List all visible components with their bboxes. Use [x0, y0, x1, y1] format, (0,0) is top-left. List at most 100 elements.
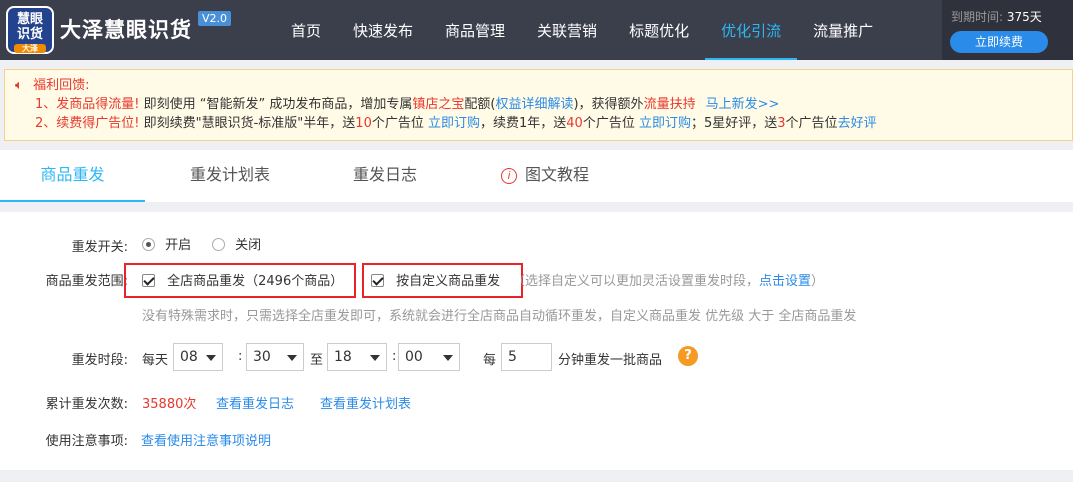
expire-info: 到期时间: 375天 [951, 8, 1042, 25]
logo-badge: 大泽 [14, 44, 46, 53]
tab-tutorial[interactable]: i 图文教程 [480, 150, 610, 202]
nav-related-marketing[interactable]: 关联营销 [521, 0, 613, 60]
notice-line2-num1: 10 [355, 116, 372, 131]
range-hint: （选择自定义可以更加灵活设置重发时段，点击设置） [512, 270, 824, 289]
expire-label: 到期时间: [951, 10, 1004, 24]
chevron-down-icon [287, 355, 297, 361]
logo-text-line1: 慧眼 [16, 12, 43, 27]
main-nav: 首页 快速发布 商品管理 关联营销 标题优化 优化引流 流量推广 [275, 0, 889, 60]
content-tabs: 商品重发 重发计划表 重发日志 i 图文教程 [0, 150, 1073, 202]
tab-republish-log[interactable]: 重发日志 [320, 150, 450, 202]
view-schedule-link[interactable]: 查看重发计划表 [320, 393, 411, 412]
notice-line2-prefix: 2、 [35, 116, 57, 131]
start-minute-select[interactable]: 30 [246, 343, 304, 371]
renew-button[interactable]: 立即续费 [950, 31, 1048, 53]
order-link-half-year[interactable]: 立即订购 [428, 116, 480, 131]
notice-line1-text2: 配额( [464, 97, 496, 112]
order-link-one-year[interactable]: 立即订购 [639, 116, 691, 131]
range-all-option[interactable]: 全店商品重发（2496个商品） [142, 270, 343, 289]
count-value: 35880次 [142, 397, 197, 412]
app-logo[interactable]: 慧眼 识货 大泽 [6, 6, 54, 54]
range-note: 没有特殊需求时，只需选择全店重发即可，系统就会进行全店商品自动循环重发，自定义商… [142, 309, 857, 324]
nav-traffic-promotion[interactable]: 流量推广 [797, 0, 889, 60]
version-badge: V2.0 [198, 11, 232, 26]
end-hour-value: 18 [334, 349, 352, 365]
logo-text-line2: 识货 [16, 27, 43, 42]
notes-label: 使用注意事项: [45, 434, 128, 449]
end-hour-select[interactable]: 18 [327, 343, 387, 371]
every-label: 每 [483, 353, 497, 368]
view-notes-link[interactable]: 查看使用注意事项说明 [141, 430, 271, 449]
custom-settings-link[interactable]: 点击设置 [759, 274, 811, 289]
nav-product-management[interactable]: 商品管理 [429, 0, 521, 60]
notice-line1-prefix: 1、 [35, 97, 57, 112]
range-label: 商品重发范围: [45, 274, 128, 289]
notice-line2-num2: 40 [566, 116, 583, 131]
switch-on-label: 开启 [165, 238, 192, 253]
interval-input[interactable]: 5 [501, 343, 552, 371]
time-label: 重发时段: [71, 353, 128, 368]
promo-notice: 🔈︎ 福利回馈: 1、发商品得流量! 即刻使用 “智能新发” 成功发布商品，增加… [4, 69, 1073, 141]
notice-line2-text5: ；5星好评，送 [690, 116, 778, 131]
new-publish-link[interactable]: 马上新发>> [706, 97, 780, 112]
notice-title-row: 🔈︎ 福利回馈: [15, 76, 1062, 95]
notice-line2-text1: 即刻续费"慧眼识货-标准版"半年，送 [139, 116, 356, 131]
notice-line1-highlight: 发商品得流量! [56, 97, 140, 112]
range-hint-end: ） [811, 274, 825, 289]
notice-title: 福利回馈: [33, 78, 90, 93]
switch-label: 重发开关: [71, 240, 128, 255]
republish-settings-panel: 重发开关: 开启 关闭 商品重发范围: 全店商品重发（2496个商品） 按自定义… [0, 212, 1073, 470]
subscription-panel: 到期时间: 375天 立即续费 [942, 0, 1073, 60]
interval-suffix: 分钟重发一批商品 [558, 353, 663, 368]
info-icon: i [500, 168, 517, 184]
notice-line1-red-word: 镇店之宝 [412, 97, 465, 112]
notice-line2-num3: 3 [777, 116, 786, 131]
time-colon-2: : [392, 349, 397, 364]
chevron-down-icon [206, 355, 216, 361]
notice-line-2: 2、续费得广告位! 即刻续费"慧眼识货-标准版"半年，送10个广告位 立即订购，… [15, 114, 1062, 133]
nav-traffic-optimization[interactable]: 优化引流 [705, 0, 798, 60]
notice-line2-text4: 个广告位 [582, 116, 639, 131]
notice-line-1: 1、发商品得流量! 即刻使用 “智能新发” 成功发布商品，增加专属镇店之宝配额(… [15, 95, 1062, 114]
nav-title-optimization[interactable]: 标题优化 [613, 0, 705, 60]
notice-line1-red-word2: 流量扶持 [643, 97, 696, 112]
chevron-down-icon [370, 355, 380, 361]
notice-line1-text: 即刻使用 “智能新发” 成功发布商品，增加专属 [139, 97, 413, 112]
brand-name: 大泽慧眼识货 [60, 18, 192, 42]
top-header: 慧眼 识货 大泽 大泽慧眼识货 V2.0 首页 快速发布 商品管理 关联营销 标… [0, 0, 1073, 60]
speaker-icon: 🔈︎ [15, 78, 23, 93]
tab-product-republish[interactable]: 商品重发 [0, 150, 145, 202]
range-custom-label: 按自定义商品重发 [396, 274, 501, 289]
start-hour-value: 08 [180, 349, 198, 365]
notice-line1-text3: )，获得额外 [573, 97, 644, 112]
switch-off-option[interactable]: 关闭 [212, 234, 261, 253]
help-icon[interactable]: ? [678, 346, 698, 366]
start-hour-select[interactable]: 08 [173, 343, 223, 371]
end-minute-select[interactable]: 00 [398, 343, 460, 371]
radio-on[interactable] [142, 238, 155, 251]
range-hint-text: （选择自定义可以更加灵活设置重发时段， [512, 274, 760, 289]
checkbox-all-products[interactable] [142, 274, 155, 287]
tab-tutorial-label: 图文教程 [524, 165, 589, 184]
tab-republish-schedule[interactable]: 重发计划表 [155, 150, 305, 202]
radio-off[interactable] [212, 238, 225, 251]
count-label: 累计重发次数: [45, 397, 128, 412]
notice-line2-text6: 个广告位 [785, 116, 838, 131]
chevron-down-icon [443, 355, 453, 361]
checkbox-custom-products[interactable] [371, 274, 384, 287]
notice-line2-text3: ，续费1年，送 [480, 116, 567, 131]
notice-line2-text2: 个广告位 [371, 116, 428, 131]
rights-detail-link[interactable]: 权益详细解读 [495, 97, 573, 112]
nav-quick-publish[interactable]: 快速发布 [337, 0, 429, 60]
switch-on-option[interactable]: 开启 [142, 234, 191, 253]
nav-home[interactable]: 首页 [275, 0, 337, 60]
review-link[interactable]: 去好评 [838, 116, 877, 131]
to-label: 至 [310, 353, 324, 368]
switch-off-label: 关闭 [235, 238, 262, 253]
end-minute-value: 00 [405, 349, 423, 365]
view-log-link[interactable]: 查看重发日志 [216, 393, 294, 412]
start-minute-value: 30 [253, 349, 271, 365]
every-day-label: 每天 [142, 353, 169, 368]
time-colon-1: : [238, 349, 243, 364]
range-custom-option[interactable]: 按自定义商品重发 [371, 270, 500, 289]
